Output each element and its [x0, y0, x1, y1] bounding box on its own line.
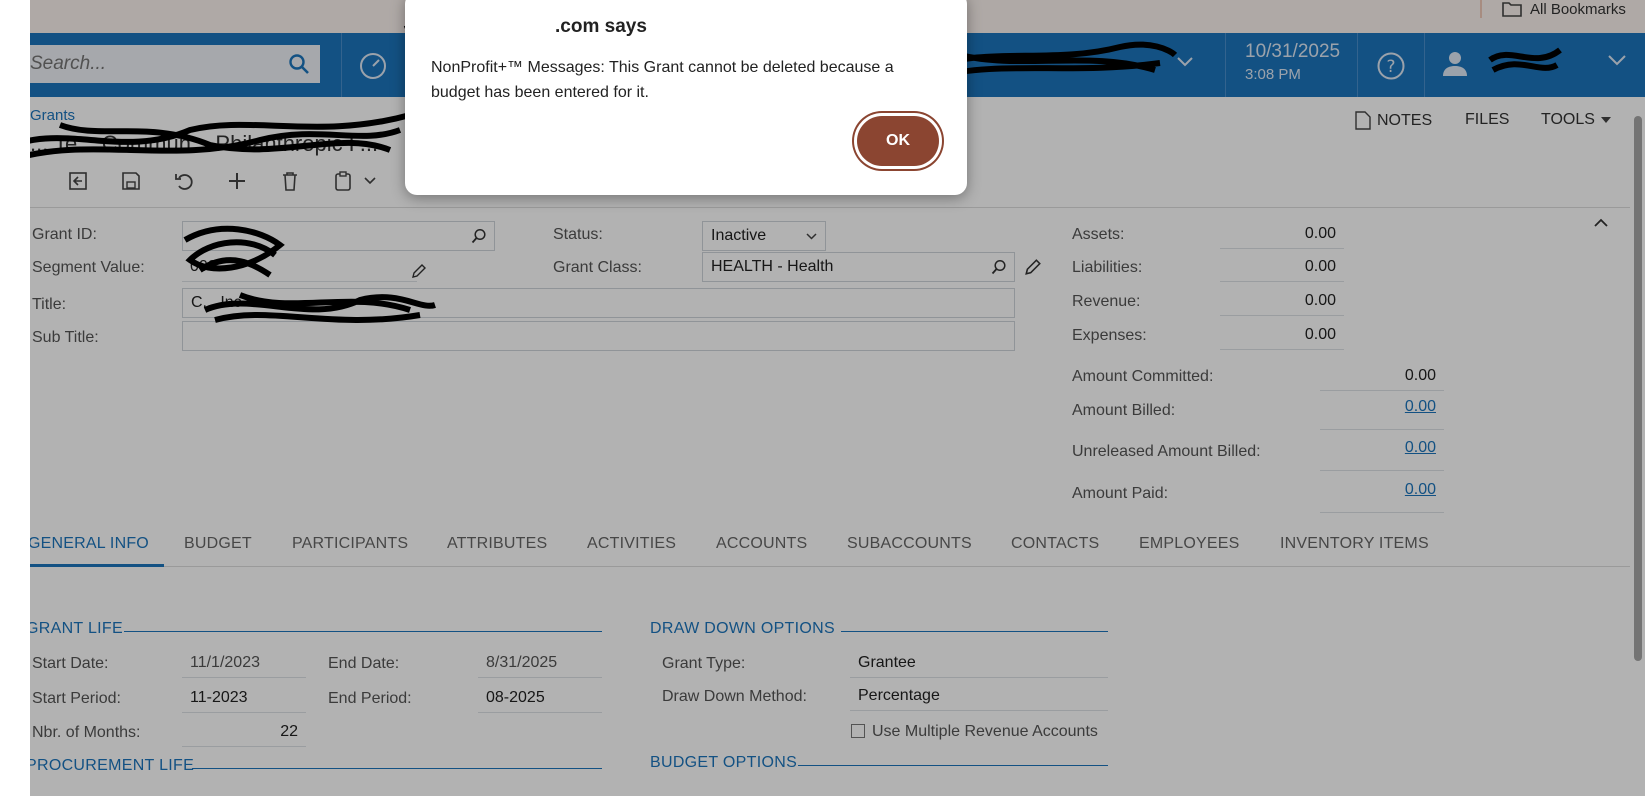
- redaction-scribble: [183, 225, 285, 278]
- alert-dialog: .com says NonProfit+™ Messages: This Gra…: [405, 0, 967, 195]
- ok-button[interactable]: OK: [857, 116, 939, 166]
- redaction-scribble: [1488, 47, 1562, 73]
- dialog-message: NonProfit+™ Messages: This Grant cannot …: [431, 59, 894, 101]
- window-edge: [0, 0, 30, 796]
- dialog-title: .com says: [555, 16, 647, 37]
- redaction-scribble: [0, 112, 411, 163]
- redaction-scribble: [203, 292, 436, 323]
